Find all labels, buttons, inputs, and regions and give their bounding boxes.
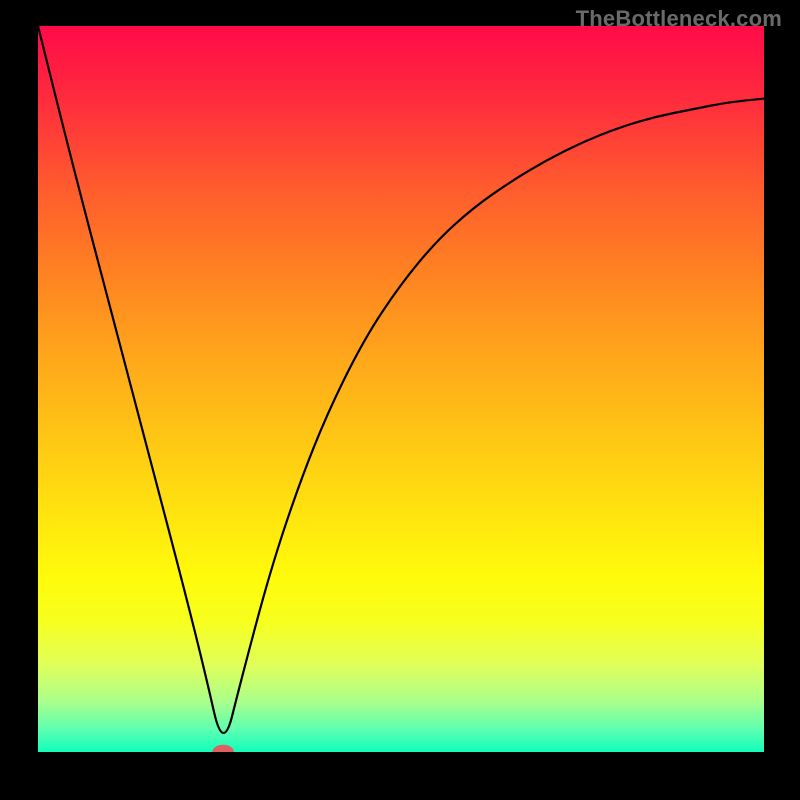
chart-stage: TheBottleneck.com bbox=[0, 0, 800, 800]
bottleneck-curve bbox=[38, 26, 764, 733]
curve-svg bbox=[38, 26, 764, 752]
plot-area bbox=[38, 26, 764, 752]
minimum-marker bbox=[212, 745, 234, 752]
